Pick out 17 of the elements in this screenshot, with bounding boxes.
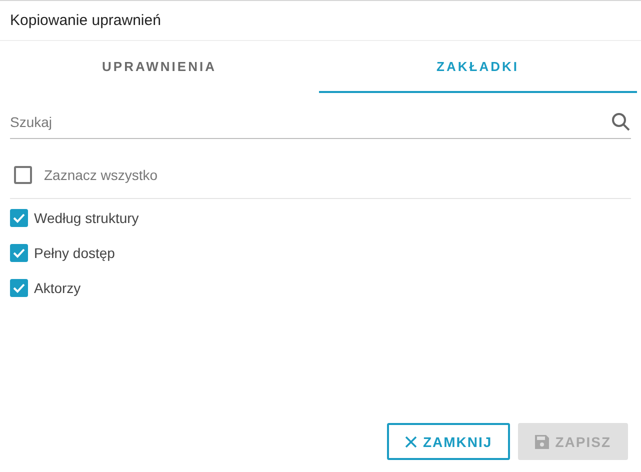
checkbox[interactable] xyxy=(10,208,28,226)
tab[interactable]: UPRAWNIENIA xyxy=(0,41,318,93)
check-icon xyxy=(13,248,25,258)
check-icon xyxy=(13,283,25,292)
checkbox-label: Według struktury xyxy=(34,210,139,226)
close-button[interactable]: ZAMKNIJ xyxy=(386,423,510,460)
checkbox[interactable] xyxy=(10,278,28,296)
checkbox-label: Zaznacz wszystko xyxy=(44,166,158,182)
close-icon xyxy=(404,436,417,448)
checkbox[interactable] xyxy=(10,244,28,262)
checkbox-label: Aktorzy xyxy=(34,280,81,296)
search-icon[interactable] xyxy=(611,112,631,132)
check-icon xyxy=(13,213,25,222)
checkbox[interactable] xyxy=(14,166,32,184)
tab[interactable]: ZAKŁADKI xyxy=(318,41,637,93)
dialog-title: Kopiowanie uprawnień xyxy=(0,1,641,41)
checkbox-label: Pełny dostęp xyxy=(34,244,115,260)
